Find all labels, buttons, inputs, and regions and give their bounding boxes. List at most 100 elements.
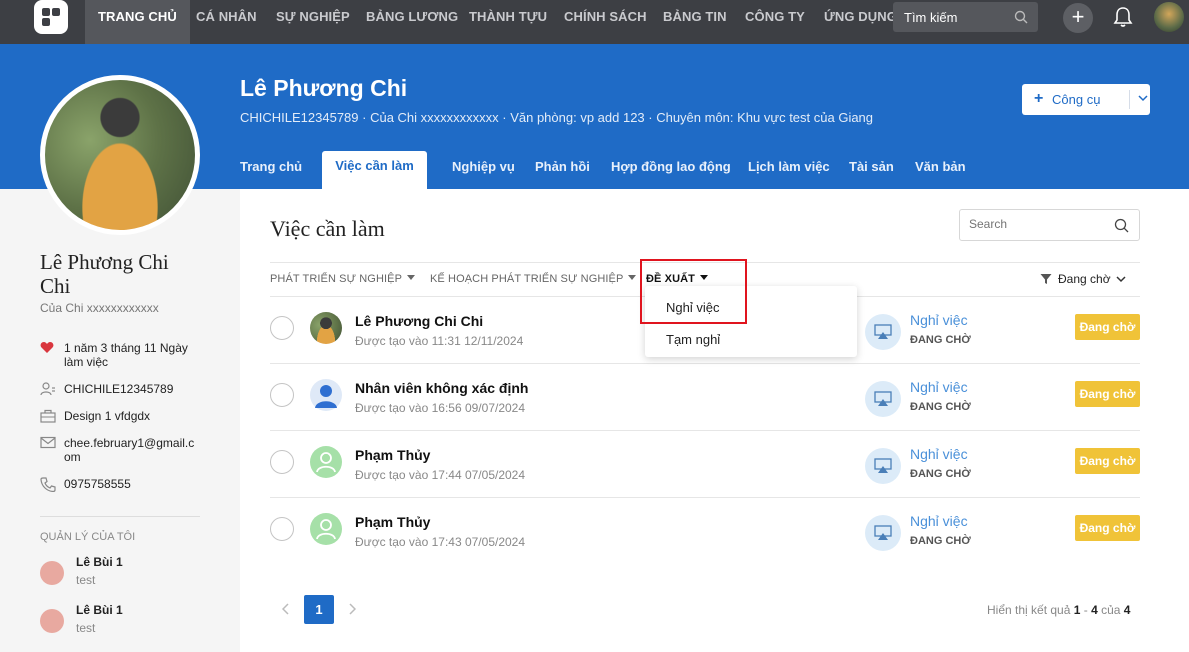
profile-subtitle: CHICHILE12345789 · Của Chi xxxxxxxxxxxx …: [240, 110, 874, 125]
airplay-icon: [874, 324, 892, 339]
caret-down-icon: [628, 275, 637, 280]
filter-label: PHÁT TRIỂN SỰ NGHIỆP: [270, 273, 403, 285]
tab-operations[interactable]: Nghiệp vụ: [452, 159, 515, 174]
table-row[interactable]: Phạm Thủy Được tạo vào 17:44 07/05/2024 …: [270, 430, 1140, 497]
info-employee-code-text: CHICHILE12345789: [64, 382, 174, 396]
table-row[interactable]: Phạm Thủy Được tạo vào 17:43 07/05/2024 …: [270, 497, 1140, 564]
profile-avatar: [40, 75, 200, 235]
status-badge: Đang chờ: [1075, 515, 1140, 541]
phone-icon: [40, 477, 56, 492]
todo-search[interactable]: [959, 209, 1140, 241]
filter-career-development[interactable]: PHÁT TRIỂN SỰ NGHIỆP: [270, 273, 416, 285]
chevron-left-icon[interactable]: [282, 603, 290, 615]
nav-item-company[interactable]: CÔNG TY: [745, 0, 805, 44]
menu-item-leave[interactable]: Tạm nghỉ: [666, 332, 720, 347]
nav-item-achievements[interactable]: THÀNH TỰU: [469, 0, 547, 44]
row-type[interactable]: Nghỉ việc: [910, 379, 968, 395]
chevron-right-icon[interactable]: [348, 603, 356, 615]
summary-dash: -: [1080, 603, 1092, 617]
row-checkbox[interactable]: [270, 383, 294, 407]
tab-feedback[interactable]: Phản hồi: [535, 159, 590, 174]
row-name: Phạm Thủy: [355, 447, 431, 463]
plus-icon[interactable]: +: [1063, 3, 1093, 33]
nav-item-payroll[interactable]: BẢNG LƯƠNG: [366, 0, 458, 44]
tab-assets[interactable]: Tài sản: [849, 159, 894, 174]
manager-name: Lê Bùi 1: [76, 603, 123, 617]
nav-search-placeholder: Tìm kiếm: [904, 10, 958, 25]
plus-icon: +: [1034, 90, 1044, 107]
info-email-text[interactable]: chee.february1@gmail.com: [64, 436, 199, 464]
nav-item-policy[interactable]: CHÍNH SÁCH: [564, 0, 647, 44]
row-checkbox[interactable]: [270, 316, 294, 340]
chevron-down-icon: [1116, 276, 1126, 283]
manager-sub: test: [76, 573, 96, 587]
row-name: Phạm Thủy: [355, 514, 431, 530]
row-type[interactable]: Nghỉ việc: [910, 513, 968, 529]
status-filter-label: Đang chờ: [1058, 272, 1111, 286]
search-input[interactable]: [969, 217, 1109, 231]
heart-icon: [40, 342, 54, 353]
tools-button[interactable]: + Công cụ: [1022, 84, 1150, 115]
avatar: [310, 312, 342, 344]
top-navbar: TRANG CHỦ CÁ NHÂN SỰ NGHIỆP BẢNG LƯƠNG T…: [0, 0, 1189, 44]
row-name: Lê Phương Chi Chi: [355, 313, 484, 329]
logo-icon[interactable]: [34, 0, 68, 34]
bell-icon[interactable]: [1113, 6, 1133, 28]
tools-button-label: Công cụ: [1052, 92, 1101, 107]
avatar: [40, 561, 64, 585]
search-icon: [1114, 218, 1129, 233]
row-type[interactable]: Nghỉ việc: [910, 446, 968, 462]
row-type-status: ĐANG CHỜ: [910, 401, 971, 413]
user-icon: [316, 452, 336, 473]
chevron-down-icon[interactable]: [1138, 93, 1148, 103]
row-created: Được tạo vào 17:44 07/05/2024: [355, 468, 526, 482]
user-icon: [315, 385, 337, 408]
filter-career-plan[interactable]: KẾ HOẠCH PHÁT TRIỂN SỰ NGHIỆP: [430, 273, 637, 285]
pagination-summary: Hiển thị kết quả 1 - 4 của 4: [987, 603, 1130, 617]
nav-item-home[interactable]: TRANG CHỦ: [85, 0, 190, 44]
request-type-icon: [865, 448, 901, 484]
nav-item-news[interactable]: BẢNG TIN: [663, 0, 727, 44]
airplay-icon: [874, 391, 892, 406]
airplay-icon: [874, 458, 892, 473]
row-created: Được tạo vào 17:43 07/05/2024: [355, 535, 526, 549]
summary-prefix: Hiển thị kết quả: [987, 603, 1074, 617]
tab-documents[interactable]: Văn bản: [915, 159, 966, 174]
status-badge: Đang chờ: [1075, 314, 1140, 340]
avatar: [310, 513, 342, 545]
search-icon: [1014, 10, 1028, 24]
nav-search-input[interactable]: Tìm kiếm: [893, 2, 1038, 32]
page-button-current[interactable]: 1: [304, 595, 334, 624]
managers-title: QUẢN LÝ CỦA TÔI: [40, 531, 136, 543]
nav-item-apps[interactable]: ỨNG DỤNG: [824, 0, 897, 44]
info-phone-text[interactable]: 0975758555: [64, 477, 199, 491]
funnel-icon: [1040, 274, 1052, 284]
request-type-icon: [865, 314, 901, 350]
page-title: Việc cần làm: [270, 216, 385, 241]
caret-down-icon: [407, 275, 416, 280]
user-avatar[interactable]: [1154, 2, 1184, 32]
avatar: [310, 446, 342, 478]
tab-schedule[interactable]: Lịch làm việc: [748, 159, 830, 174]
info-tenure-text: 1 năm 3 tháng 11 Ngày làm việc: [64, 341, 188, 369]
row-checkbox[interactable]: [270, 517, 294, 541]
user-id-icon: [40, 382, 55, 396]
avatar: [310, 379, 342, 411]
nav-item-personal[interactable]: CÁ NHÂN: [196, 0, 257, 44]
row-type-status: ĐANG CHỜ: [910, 468, 971, 480]
tab-todo[interactable]: Việc cần làm: [322, 151, 427, 189]
manager-name: Lê Bùi 1: [76, 555, 123, 569]
highlight-box: [640, 259, 747, 324]
avatar: [40, 609, 64, 633]
mail-icon: [40, 436, 56, 449]
left-profile-name: Lê Phương Chi Chi: [40, 250, 169, 298]
divider: [40, 516, 200, 517]
row-type[interactable]: Nghỉ việc: [910, 312, 968, 328]
table-row[interactable]: Nhân viên không xác định Được tạo vào 16…: [270, 363, 1140, 430]
tab-labor-contract[interactable]: Hợp đồng lao động: [611, 159, 731, 174]
row-checkbox[interactable]: [270, 450, 294, 474]
filter-label: KẾ HOẠCH PHÁT TRIỂN SỰ NGHIỆP: [430, 273, 624, 285]
row-type-status: ĐANG CHỜ: [910, 535, 971, 547]
tab-home[interactable]: Trang chủ: [240, 159, 302, 174]
nav-item-career[interactable]: SỰ NGHIỆP: [276, 0, 350, 44]
